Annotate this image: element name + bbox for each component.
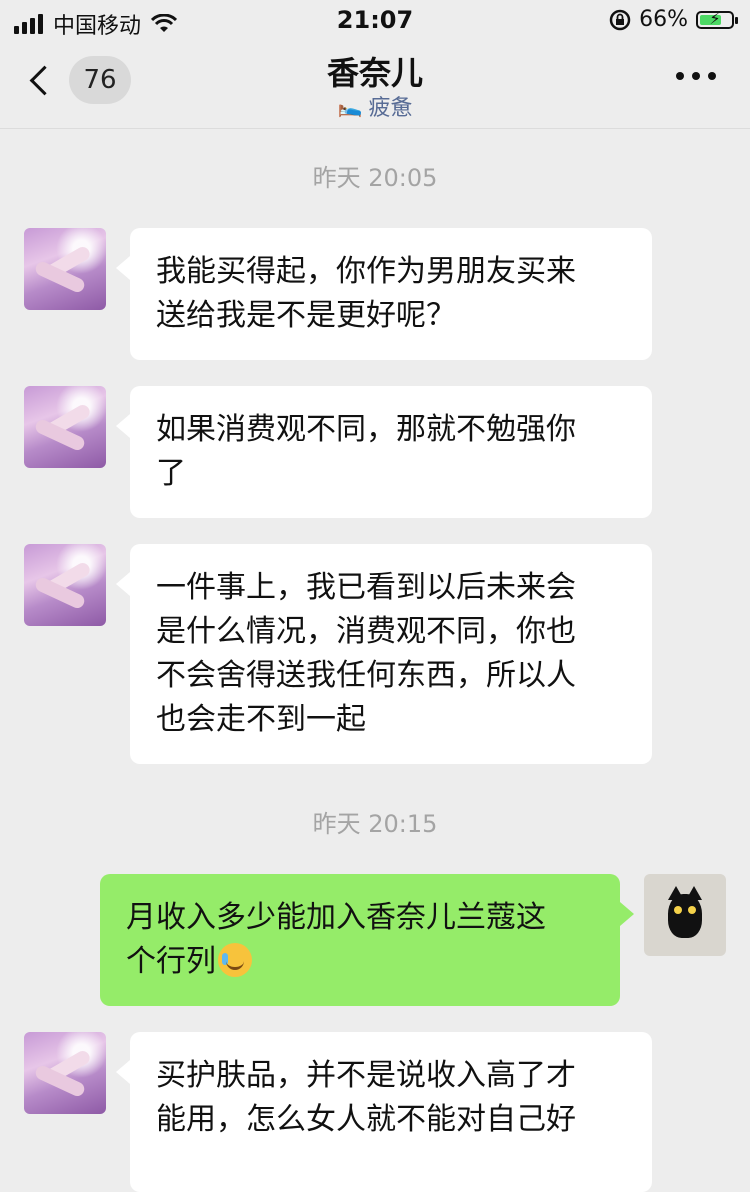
message-line: 一件事上，我已看到以后未来会 <box>156 570 576 605</box>
message-line: 了 <box>156 456 186 491</box>
message-line: 月收入多少能加入香奈儿兰蔻这 <box>126 900 546 935</box>
contact-avatar[interactable] <box>24 544 106 626</box>
chat-header: 76 香奈儿 🛌 疲惫 <box>0 42 750 129</box>
message-line: 个行列 <box>126 944 216 979</box>
received-message[interactable]: 如果消费观不同，那就不勉强你 了 <box>116 386 652 518</box>
message-line: 我能买得起，你作为男朋友买来 <box>156 254 576 289</box>
message-timestamp: 昨天 20:15 <box>312 810 438 838</box>
my-avatar[interactable] <box>644 874 726 956</box>
chat-title[interactable]: 香奈儿 <box>0 48 750 94</box>
message-timestamp: 昨天 20:05 <box>312 164 438 192</box>
message-line: 不会舍得送我任何东西，所以人 <box>156 658 576 693</box>
message-list[interactable]: 昨天 20:05 我能买得起，你作为男朋友买来 送给我是不是更好呢？ 如果消费观… <box>0 128 750 1192</box>
sent-message[interactable]: 月收入多少能加入香奈儿兰蔻这 个行列 <box>100 874 634 1006</box>
contact-avatar[interactable] <box>24 228 106 310</box>
contact-avatar[interactable] <box>24 1032 106 1114</box>
battery-percent: 66% <box>639 7 688 32</box>
contact-status[interactable]: 🛌 疲惫 <box>0 90 750 122</box>
tired-status-icon: 🛌 <box>337 94 363 118</box>
status-bar: 中国移动 21:07 66% ⚡ <box>0 0 750 42</box>
orientation-lock-icon <box>609 9 631 30</box>
message-line: 也会走不到一起 <box>156 702 366 737</box>
battery-icon: ⚡ <box>696 9 738 29</box>
contact-avatar[interactable] <box>24 386 106 468</box>
more-dot-icon <box>708 72 716 80</box>
message-line: 如果消费观不同，那就不勉强你 <box>156 412 576 447</box>
status-right: 66% ⚡ <box>609 7 738 32</box>
message-line-with-emoji: 个行列 <box>126 940 594 984</box>
received-message[interactable]: 我能买得起，你作为男朋友买来 送给我是不是更好呢？ <box>116 228 652 360</box>
received-message[interactable]: 一件事上，我已看到以后未来会 是什么情况，消费观不同，你也 不会舍得送我任何东西… <box>116 544 652 764</box>
laughing-crying-emoji <box>218 943 252 977</box>
contact-status-text: 疲惫 <box>368 96 413 121</box>
message-line: 能用，怎么女人就不能对自己好 <box>156 1102 576 1137</box>
message-line: 是什么情况，消费观不同，你也 <box>156 614 576 649</box>
more-options-button[interactable] <box>676 72 716 80</box>
more-dot-icon <box>692 72 700 80</box>
more-dot-icon <box>676 72 684 80</box>
message-line: 买护肤品，并不是说收入高了才 <box>156 1058 576 1093</box>
message-line: 送给我是不是更好呢？ <box>156 298 456 333</box>
received-message[interactable]: 买护肤品，并不是说收入高了才 能用，怎么女人就不能对自己好 <box>116 1032 652 1192</box>
